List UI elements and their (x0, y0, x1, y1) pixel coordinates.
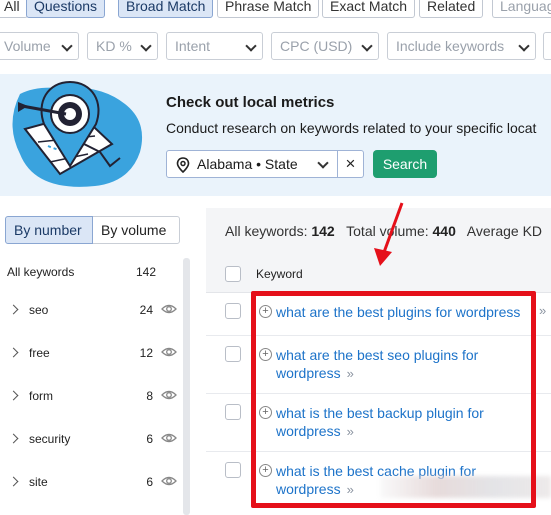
location-select[interactable]: Alabama • State (166, 150, 338, 178)
group-name: form (29, 389, 53, 403)
row-checkbox[interactable] (225, 404, 241, 420)
highlight-box (251, 291, 536, 508)
sidebar-item-seo[interactable]: seo 24 (0, 290, 182, 333)
more-filter[interactable] (543, 32, 551, 60)
group-count: 24 (139, 303, 153, 317)
close-icon[interactable]: × (338, 150, 364, 178)
group-count: 6 (146, 475, 153, 489)
group-count: 8 (146, 389, 153, 403)
total-volume-value: 440 (432, 223, 456, 239)
location-value: Alabama • State (197, 156, 298, 172)
by-number-toggle[interactable]: By number (5, 216, 93, 244)
chevron-right-icon (8, 433, 19, 444)
chevron-down-icon (140, 40, 152, 52)
tab-questions[interactable]: Questions (26, 0, 106, 18)
location-pin-icon (176, 157, 190, 173)
tab-all[interactable]: All (0, 0, 28, 18)
chevron-right-icon (8, 347, 19, 358)
keyword-groups-sidebar: By number By volume All keywords 142 seo… (0, 208, 190, 515)
chevron-down-icon (317, 157, 329, 169)
tab-related[interactable]: Related (419, 0, 484, 18)
sidebar-item-site[interactable]: site 6 (0, 462, 182, 505)
sidebar-item-free[interactable]: free 12 (0, 333, 182, 376)
local-metrics-banner: Check out local metrics Conduct research… (0, 74, 551, 196)
row-checkbox[interactable] (225, 462, 241, 478)
chevron-right-icon (8, 304, 19, 315)
kd-filter[interactable]: KD % (87, 32, 158, 60)
double-chevron-right-icon[interactable]: » (539, 303, 546, 318)
row-checkbox[interactable] (225, 346, 241, 362)
chevron-right-icon (8, 390, 19, 401)
eye-icon[interactable] (161, 431, 177, 445)
chevron-right-icon (8, 476, 19, 487)
sidebar-scrollbar[interactable] (183, 258, 190, 515)
table-header: Keyword (206, 256, 551, 293)
by-volume-toggle[interactable]: By volume (92, 216, 180, 244)
group-count: 12 (139, 346, 153, 360)
banner-title: Check out local metrics (166, 94, 335, 111)
all-keywords-count: 142 (136, 265, 157, 279)
eye-icon[interactable] (161, 302, 177, 316)
keyword-column-header[interactable]: Keyword (256, 267, 303, 281)
keyword-groups-list: All keywords 142 seo 24 free 12 form 8 s… (0, 256, 190, 515)
sidebar-item-form[interactable]: form 8 (0, 376, 182, 419)
include-keywords-filter[interactable]: Include keywords (387, 32, 536, 60)
group-name: security (29, 432, 71, 446)
select-all-checkbox[interactable] (225, 266, 241, 282)
chevron-down-icon (518, 40, 530, 52)
intent-filter[interactable]: Intent (166, 32, 263, 60)
tab-phrase-match[interactable]: Phrase Match (217, 0, 320, 18)
target-pin-illustration (12, 80, 143, 187)
volume-filter-label: Volume (4, 38, 51, 54)
cpc-filter[interactable]: CPC (USD) (271, 32, 379, 60)
all-keywords-summary-label: All keywords: (225, 223, 308, 239)
all-keywords-summary-value: 142 (311, 223, 335, 239)
match-type-tabs: All Questions Broad Match Phrase Match E… (0, 0, 551, 20)
group-count: 6 (146, 432, 153, 446)
results-summary: All keywords: 142 Total volume: 440 Aver… (225, 223, 542, 239)
sidebar-item-security[interactable]: security 6 (0, 419, 182, 462)
group-name: seo (29, 303, 49, 317)
intent-filter-label: Intent (175, 38, 211, 54)
filter-bar: Volume KD % Intent CPC (USD) Include key… (0, 32, 551, 60)
chevron-down-icon (245, 40, 257, 52)
row-checkbox[interactable] (225, 303, 241, 319)
all-keywords-label[interactable]: All keywords (7, 265, 74, 279)
volume-filter[interactable]: Volume (0, 32, 79, 60)
banner-description: Conduct research on keywords related to … (166, 120, 537, 136)
cpc-filter-label: CPC (USD) (280, 38, 353, 54)
tab-broad-match[interactable]: Broad Match (118, 0, 214, 18)
eye-icon[interactable] (161, 474, 177, 488)
kd-filter-label: KD % (96, 38, 132, 54)
include-keywords-filter-label: Include keywords (396, 38, 505, 54)
group-name: site (29, 475, 48, 489)
chevron-down-icon (61, 40, 73, 52)
language-select[interactable]: Languag (492, 0, 551, 18)
tab-exact-match[interactable]: Exact Match (322, 0, 416, 18)
eye-icon[interactable] (161, 345, 177, 359)
group-name: free (29, 346, 50, 360)
total-volume-label: Total volume: (346, 223, 429, 239)
search-button[interactable]: Search (373, 150, 437, 178)
eye-icon[interactable] (161, 388, 177, 402)
average-kd-label: Average KD (466, 223, 543, 239)
chevron-down-icon (361, 40, 373, 52)
